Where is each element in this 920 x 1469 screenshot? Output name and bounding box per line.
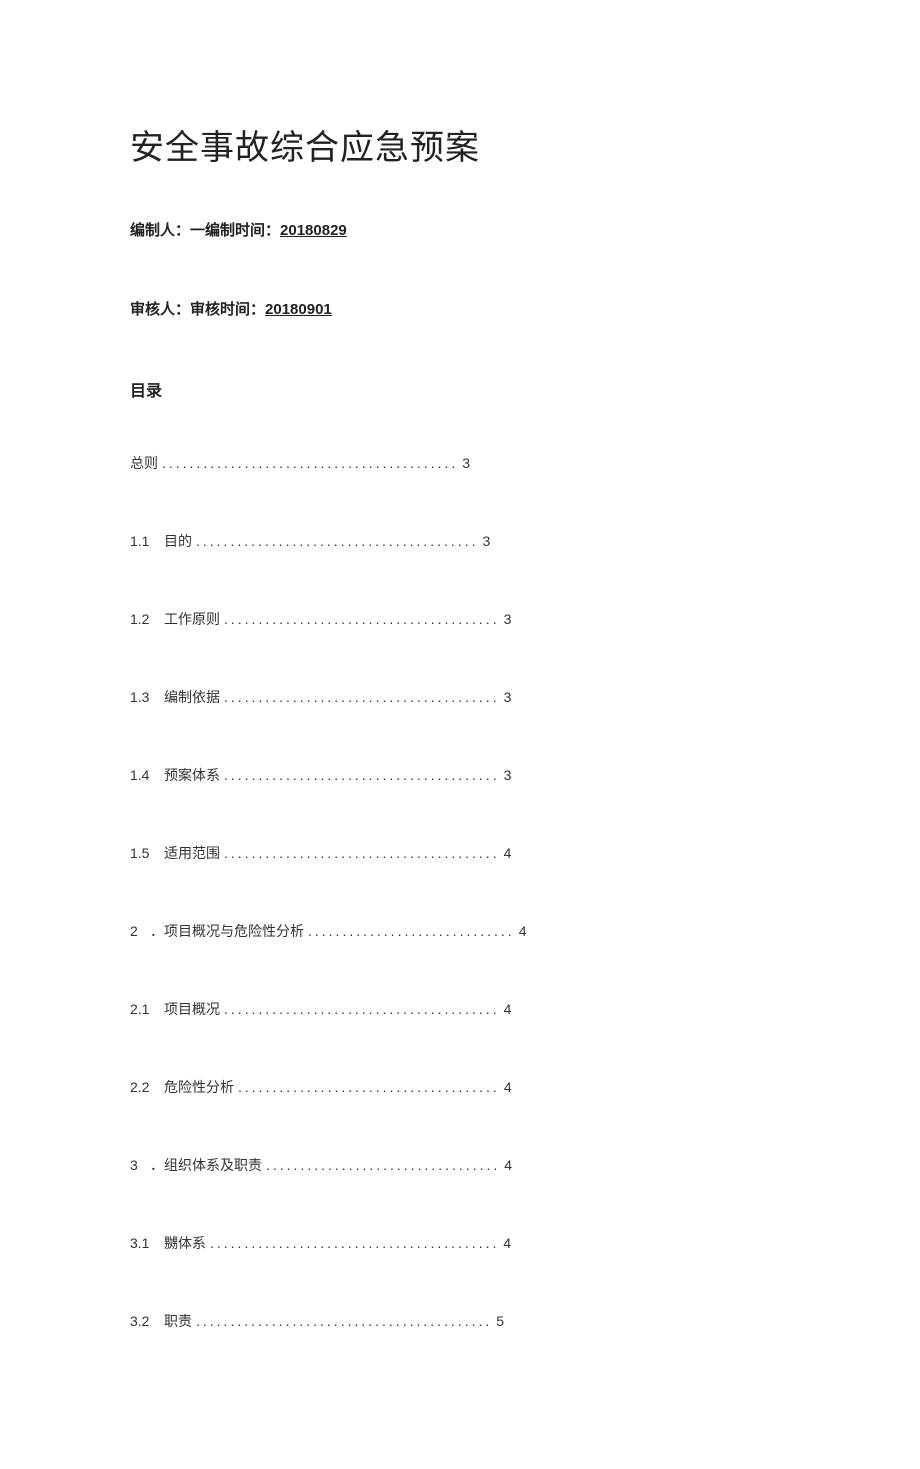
toc-num: 3.1 [130, 1235, 164, 1251]
toc-num: 2 [130, 923, 150, 939]
toc-label: 危险性分析 [164, 1077, 234, 1097]
toc-page-num: 4 [515, 923, 527, 939]
document-page: 安全事故综合应急预案 编制人：一编制时间：20180829 审核人：审核时间：2… [0, 0, 920, 1469]
toc-dots: ........................................ [220, 845, 500, 861]
toc-entry: 2.2 危险性分析 ..............................… [130, 1077, 790, 1097]
toc-entry: 1.1 目的 .................................… [130, 531, 790, 551]
toc-dots: ........................................… [206, 1235, 499, 1251]
toc-dots: .............................. [304, 923, 515, 939]
toc-entry: 1.3 编制依据 ...............................… [130, 687, 790, 707]
toc-label: 目的 [164, 531, 192, 551]
toc-num: 1.5 [130, 845, 164, 861]
toc-num: 1.4 [130, 767, 164, 783]
toc-page-num: 5 [492, 1313, 504, 1329]
author-prefix: 编制人：一编制时间： [130, 222, 280, 239]
toc-num: 1.2 [130, 611, 164, 627]
toc-label: ．组织体系及职责 [150, 1155, 262, 1175]
toc-dots: ........................................… [192, 1313, 492, 1329]
toc-entry: 3 ．组织体系及职责 .............................… [130, 1155, 790, 1175]
toc-entry: 总则 .....................................… [130, 453, 790, 473]
toc-header: 目录 [130, 377, 790, 401]
author-date: 20180829 [280, 222, 347, 239]
toc-entry: 1.2 工作原则 ...............................… [130, 609, 790, 629]
reviewer-date: 20180901 [265, 301, 332, 318]
toc-entry: 2 ．项目概况与危险性分析 ..........................… [130, 921, 790, 941]
toc-label: 编制依据 [164, 687, 220, 707]
toc-page-num: 4 [500, 845, 512, 861]
toc-num: 1.3 [130, 689, 164, 705]
toc-dots: ........................................… [158, 455, 458, 471]
toc-entry: 3.1 嬲体系 ................................… [130, 1233, 790, 1253]
toc-dots: ........................................ [220, 1001, 500, 1017]
toc-label: 工作原则 [164, 609, 220, 629]
toc-label: 总则 [130, 453, 158, 473]
toc-page-num: 3 [458, 455, 470, 471]
reviewer-prefix: 审核人：审核时间： [130, 301, 265, 318]
toc-num: 3.2 [130, 1313, 164, 1329]
toc-page-num: 3 [478, 533, 490, 549]
toc-entry: 2.1 项目概况 ...............................… [130, 999, 790, 1019]
toc-label: 预案体系 [164, 765, 220, 785]
toc-page-num: 3 [500, 767, 512, 783]
toc-page-num: 3 [500, 611, 512, 627]
toc-page-num: 4 [500, 1079, 512, 1095]
toc-dots: .................................. [262, 1157, 500, 1173]
toc-page-num: 4 [499, 1235, 511, 1251]
toc-num: 2.2 [130, 1079, 164, 1095]
author-line: 编制人：一编制时间：20180829 [130, 219, 790, 240]
toc-page-num: 3 [500, 689, 512, 705]
toc-entry: 1.5 适用范围 ...............................… [130, 843, 790, 863]
toc-page-num: 4 [500, 1001, 512, 1017]
toc-dots: ........................................ [220, 689, 500, 705]
toc-num: 1.1 [130, 533, 164, 549]
toc-dots: ........................................ [220, 611, 500, 627]
reviewer-line: 审核人：审核时间：20180901 [130, 298, 790, 319]
toc-dots: ...................................... [234, 1079, 500, 1095]
toc-label: 嬲体系 [164, 1233, 206, 1253]
document-title: 安全事故综合应急预案 [130, 120, 790, 169]
toc-page-num: 4 [500, 1157, 512, 1173]
toc-num: 3 [130, 1157, 150, 1173]
toc-label: 项目概况 [164, 999, 220, 1019]
toc-dots: ........................................… [192, 533, 478, 549]
toc-entry: 3.2 职责 .................................… [130, 1311, 790, 1331]
toc-dots: ........................................ [220, 767, 500, 783]
toc-label: 职责 [164, 1311, 192, 1331]
toc-label: ．项目概况与危险性分析 [150, 921, 304, 941]
toc-label: 适用范围 [164, 843, 220, 863]
toc-num: 2.1 [130, 1001, 164, 1017]
toc-entry: 1.4 预案体系 ...............................… [130, 765, 790, 785]
